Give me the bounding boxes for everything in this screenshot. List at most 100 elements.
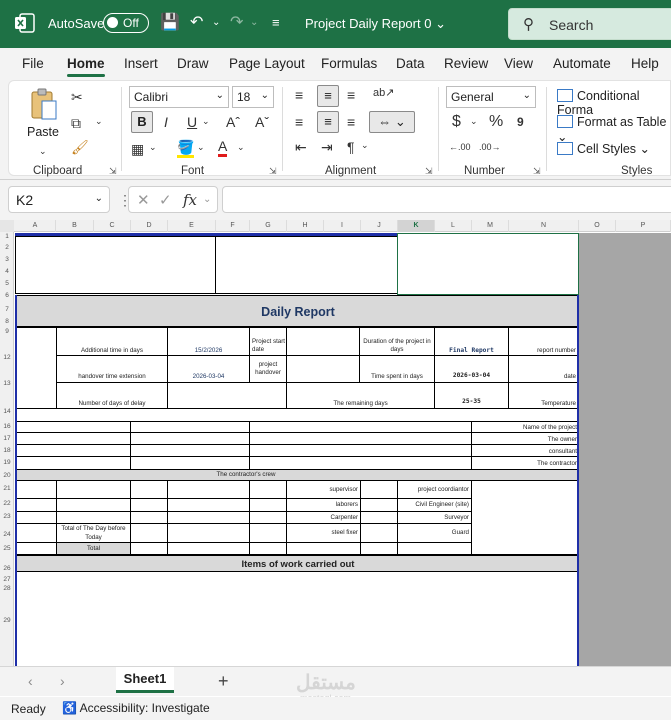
currency-icon[interactable]: $	[452, 114, 461, 130]
align-center-button[interactable]: ≡	[317, 111, 339, 133]
info-cell[interactable]: Additional time in days	[56, 327, 168, 356]
row-header[interactable]: 26	[0, 565, 14, 572]
column-header-selected[interactable]: K	[398, 220, 435, 232]
tab-draw[interactable]: Draw	[177, 56, 209, 71]
underline-button[interactable]: U	[187, 114, 197, 130]
info-cell[interactable]: date	[508, 355, 579, 383]
row-header[interactable]: 27	[0, 576, 14, 583]
autosave-toggle[interactable]: Off	[103, 13, 149, 33]
column-header[interactable]: D	[131, 220, 168, 232]
conditional-formatting-button[interactable]: Conditional Forma	[557, 89, 670, 117]
font-launcher-icon[interactable]: ⇲	[269, 166, 277, 177]
column-header[interactable]: G	[250, 220, 287, 232]
decrease-indent-icon[interactable]: ⇤	[295, 139, 307, 155]
select-all-corner[interactable]	[0, 220, 14, 232]
format-as-table-button[interactable]: Format as Table ⌄	[557, 115, 670, 144]
undo-dropdown-icon[interactable]: ⌄	[212, 12, 220, 34]
report-title-cell[interactable]: Daily Report	[15, 295, 579, 327]
percent-icon[interactable]: %	[489, 114, 503, 130]
prev-sheet-icon[interactable]: ‹	[28, 673, 33, 689]
tab-data[interactable]: Data	[396, 56, 425, 71]
decrease-font-icon[interactable]: Aˇ	[255, 114, 269, 130]
row-header[interactable]: 1	[0, 233, 14, 240]
column-header[interactable]: F	[216, 220, 250, 232]
underline-dropdown-icon[interactable]: ⌄	[202, 113, 210, 129]
info-cell[interactable]	[286, 355, 360, 383]
row-header[interactable]: 24	[0, 531, 14, 538]
bold-button[interactable]: B	[131, 111, 153, 133]
info-cell[interactable]: Project start date	[249, 327, 287, 356]
fill-color-icon[interactable]: 🪣	[177, 139, 195, 158]
info-cell[interactable]: Time spent in days	[359, 355, 435, 383]
column-header[interactable]: M	[472, 220, 509, 232]
info-cell[interactable]: handover time extension	[56, 355, 168, 383]
decrease-decimal-icon[interactable]: .00→	[479, 139, 501, 155]
info-cell[interactable]: Number of days of delay	[56, 382, 168, 409]
cut-icon[interactable]: ✂	[71, 89, 83, 105]
info-cell[interactable]: Temperature	[508, 382, 579, 409]
info-cell[interactable]: project handover	[249, 355, 287, 383]
info-cell[interactable]: report number	[508, 327, 579, 356]
italic-button[interactable]: I	[164, 114, 168, 130]
info-cell[interactable]: The remaining days	[286, 382, 435, 409]
column-header[interactable]: B	[56, 220, 94, 232]
column-header[interactable]: H	[287, 220, 324, 232]
accessibility-status[interactable]: ♿ Accessibility: Investigate	[62, 701, 210, 715]
cancel-icon[interactable]: ✕	[137, 191, 150, 209]
fill-color-dropdown-icon[interactable]: ⌄	[197, 139, 205, 155]
font-size-select[interactable]: 18 ⌄	[232, 86, 274, 108]
row-header[interactable]: 28	[0, 585, 14, 592]
row-header[interactable]: 17	[0, 435, 14, 442]
tab-automate[interactable]: Automate	[553, 56, 611, 71]
column-header[interactable]: E	[168, 220, 216, 232]
info-cell[interactable]: 15/2/2026	[167, 327, 250, 356]
paste-label[interactable]: Paste	[27, 125, 59, 139]
row-header[interactable]: 6	[0, 292, 14, 299]
logo-cell-middle[interactable]	[215, 236, 398, 294]
row-header[interactable]: 5	[0, 280, 14, 287]
tab-insert[interactable]: Insert	[124, 56, 158, 71]
tab-help[interactable]: Help	[631, 56, 659, 71]
font-family-select[interactable]: Calibri ⌄	[129, 86, 229, 108]
align-left-icon[interactable]: ≡	[295, 114, 303, 130]
redo-dropdown-icon[interactable]: ⌄	[250, 12, 258, 34]
paste-dropdown-icon[interactable]: ⌄	[39, 143, 47, 159]
text-direction-icon[interactable]: ¶	[347, 139, 355, 155]
insert-function-icon[interactable]: fx	[183, 191, 197, 209]
row-header[interactable]: 19	[0, 459, 14, 466]
undo-icon[interactable]: ↶	[190, 12, 203, 34]
font-color-icon[interactable]: A	[218, 138, 228, 157]
crew-title-cell[interactable]: The contractor's crew	[15, 469, 579, 481]
info-cell[interactable]: 2026-03-04	[434, 355, 509, 383]
tab-home[interactable]: Home	[67, 56, 105, 71]
next-sheet-icon[interactable]: ›	[60, 673, 65, 689]
text-direction-dropdown-icon[interactable]: ⌄	[361, 137, 369, 153]
tab-view[interactable]: View	[504, 56, 533, 71]
clipboard-launcher-icon[interactable]: ⇲	[109, 166, 117, 177]
row-header[interactable]: 16	[0, 423, 14, 430]
cell-styles-button[interactable]: Cell Styles ⌄	[557, 141, 650, 156]
enter-icon[interactable]: ✓	[159, 191, 172, 209]
logo-cell-left[interactable]	[15, 236, 216, 294]
row-header[interactable]: 14	[0, 408, 14, 415]
info-cell[interactable]: Duration of the project in days	[359, 327, 435, 356]
tab-file[interactable]: File	[22, 56, 44, 71]
increase-indent-icon[interactable]: ⇥	[321, 139, 333, 155]
column-header[interactable]: P	[616, 220, 671, 232]
document-title[interactable]: Project Daily Report 0 ⌄	[305, 16, 446, 32]
info-cell[interactable]: 2026-03-04	[167, 355, 250, 383]
work-title-cell[interactable]: Items of work carried out	[15, 555, 579, 572]
merge-center-button[interactable]: ⇔ ⌄	[369, 111, 415, 133]
align-right-icon[interactable]: ≡	[347, 114, 355, 130]
row-header[interactable]: 12	[0, 354, 14, 361]
row-header[interactable]: 20	[0, 472, 14, 479]
row-header[interactable]: 18	[0, 447, 14, 454]
number-format-select[interactable]: General ⌄	[446, 86, 536, 108]
row-header[interactable]: 25	[0, 545, 14, 552]
row-header[interactable]: 7	[0, 306, 14, 313]
orientation-icon[interactable]: ab↗	[373, 85, 394, 101]
project-info-cell[interactable]	[15, 421, 131, 470]
tab-formulas[interactable]: Formulas	[321, 56, 377, 71]
row-header[interactable]: 3	[0, 256, 14, 263]
row-header[interactable]: 21	[0, 485, 14, 492]
